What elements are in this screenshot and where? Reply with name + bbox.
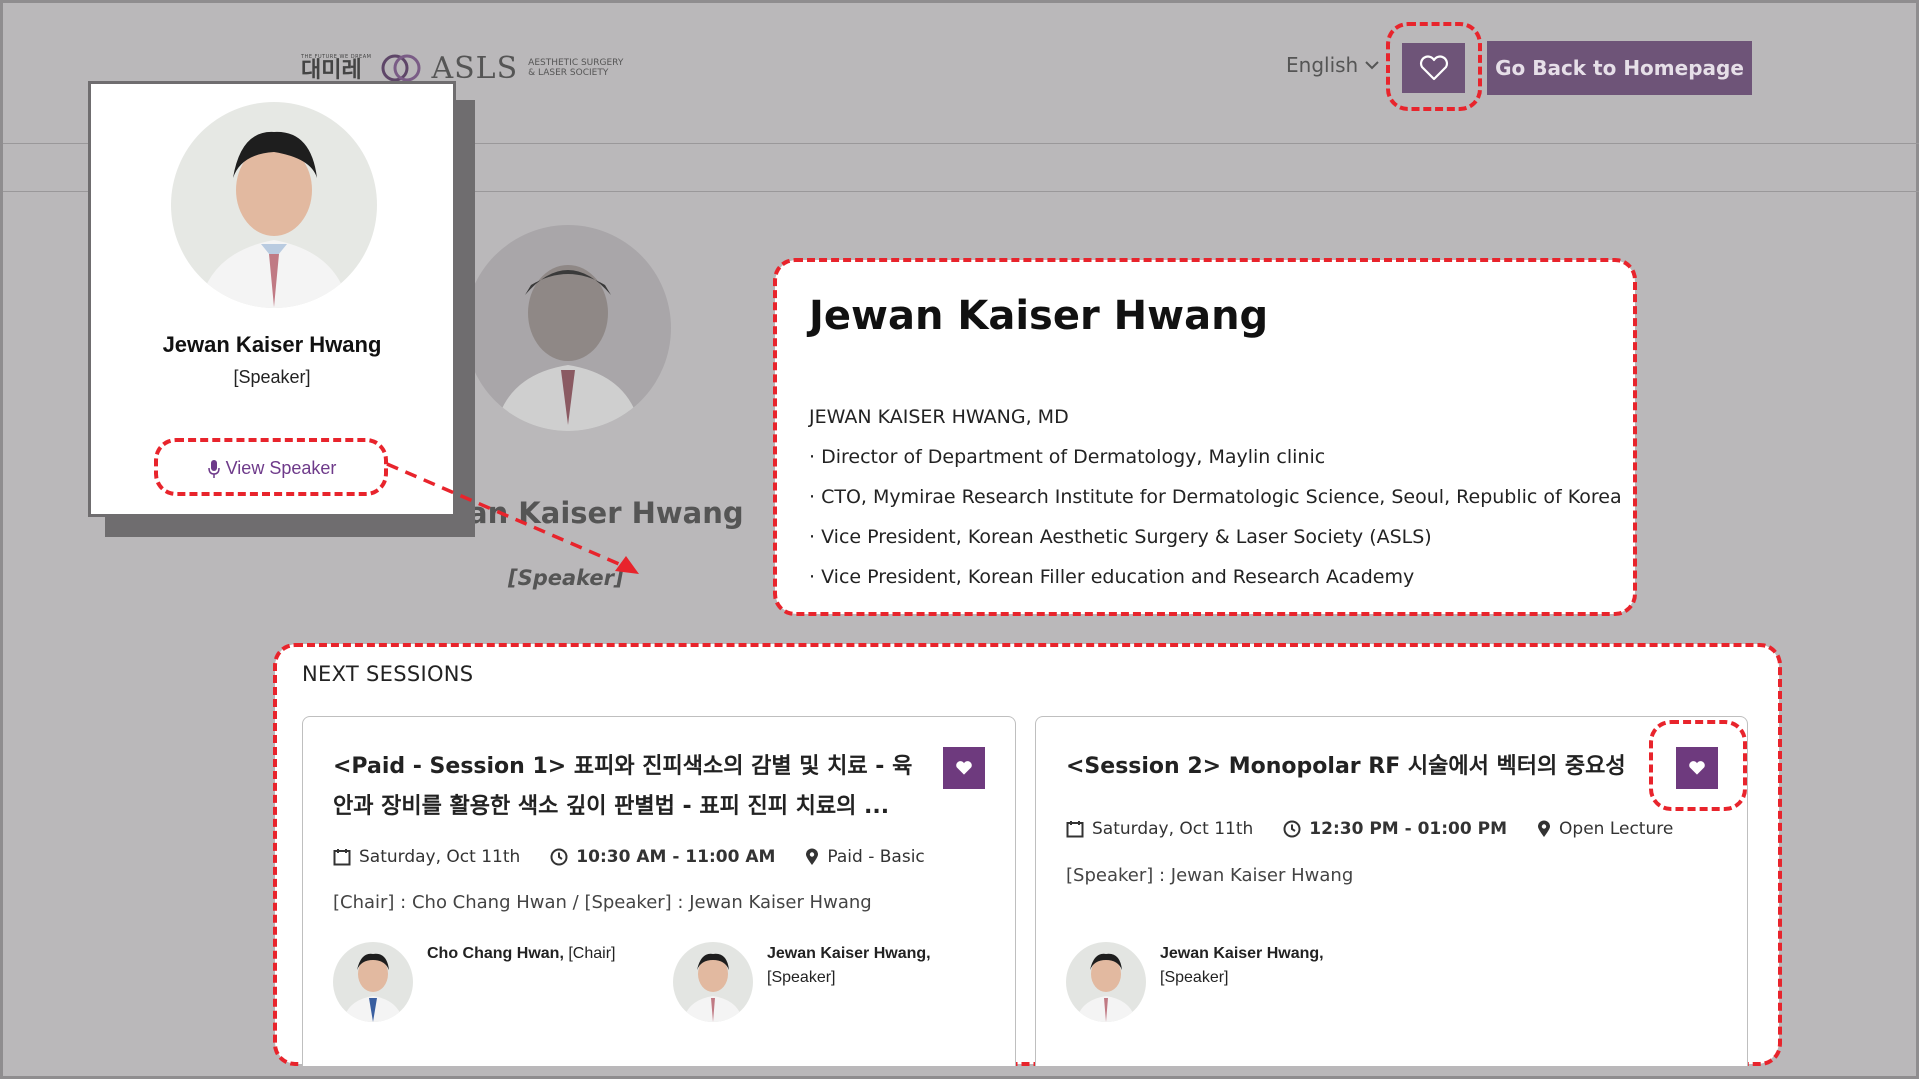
- person-name: Cho Chang Hwan,: [427, 945, 564, 962]
- annotation-arrow: [386, 462, 639, 574]
- person-speaker[interactable]: Jewan Kaiser Hwang, [Speaker]: [673, 942, 931, 1022]
- bio-item: · Vice President, Korean Filler educatio…: [809, 566, 1415, 588]
- bio-list: · Director of Department of Dermatology,…: [809, 443, 1622, 603]
- person-role: [Speaker]: [1160, 969, 1229, 986]
- go-back-homepage-button[interactable]: Go Back to Homepage: [1487, 41, 1752, 95]
- person-photo: [333, 942, 413, 1022]
- location-pin-icon: [806, 848, 819, 865]
- speaker-name: Jewan Kaiser Hwang: [162, 332, 382, 357]
- bio-title: Jewan Kaiser Hwang: [809, 293, 1269, 339]
- person-name: Jewan Kaiser Hwang,: [767, 945, 931, 962]
- session-time: 10:30 AM - 11:00 AM: [576, 847, 776, 867]
- speaker-photo-large: [465, 225, 671, 431]
- highlight-view-speaker: [154, 438, 388, 496]
- person-speaker[interactable]: Jewan Kaiser Hwang, [Speaker]: [1066, 942, 1324, 1022]
- clock-icon: [550, 848, 568, 866]
- person-chair[interactable]: Cho Chang Hwan, [Chair]: [333, 942, 615, 1022]
- session-location: Paid - Basic: [827, 847, 925, 867]
- bio-subtitle: JEWAN KAISER HWANG, MD: [809, 406, 1069, 428]
- session-favorite-button[interactable]: [943, 747, 985, 789]
- session-card[interactable]: <Paid - Session 1> 표피와 진피색소의 감별 및 치료 - 육…: [302, 716, 1016, 1066]
- heart-icon: [956, 761, 972, 775]
- logo-subtitle: AESTHETIC SURGERY & LASER SOCIETY: [528, 57, 624, 78]
- person-role: [Speaker]: [767, 969, 836, 986]
- next-sessions-heading: NEXT SESSIONS: [302, 662, 474, 686]
- highlight-favorites: [1386, 22, 1482, 111]
- location-pin-icon: [1538, 820, 1551, 837]
- language-selector[interactable]: English: [1286, 53, 1380, 77]
- session-title[interactable]: <Session 2> Monopolar RF 시술에서 벡터의 중요성: [1066, 747, 1626, 787]
- bio-item: · Director of Department of Dermatology,…: [809, 446, 1326, 468]
- session-time: 12:30 PM - 01:00 PM: [1309, 819, 1508, 839]
- session-meta: Saturday, Oct 11th 12:30 PM - 01:00 PM O…: [1066, 819, 1695, 839]
- person-photo: [1066, 942, 1146, 1022]
- clock-icon: [1283, 820, 1301, 838]
- bio-item: · CTO, Mymirae Research Institute for De…: [809, 486, 1622, 508]
- highlight-session-favorite: [1649, 720, 1747, 811]
- bio-item: · Vice President, Korean Aesthetic Surge…: [809, 526, 1432, 548]
- session-people: [Speaker] : Jewan Kaiser Hwang: [1066, 865, 1354, 886]
- chevron-down-icon: [1365, 61, 1379, 70]
- session-meta: Saturday, Oct 11th 10:30 AM - 11:00 AM P…: [333, 847, 947, 867]
- session-people: [Chair] : Cho Chang Hwan / [Speaker] : J…: [333, 892, 872, 913]
- person-role: [Chair]: [568, 945, 616, 962]
- session-date: Saturday, Oct 11th: [1092, 819, 1254, 839]
- speaker-role: [Speaker]: [233, 367, 311, 387]
- session-date: Saturday, Oct 11th: [359, 847, 521, 867]
- person-photo: [673, 942, 753, 1022]
- calendar-icon: [1066, 821, 1084, 838]
- logo-korean: THE FUTURE WE DREAM 대미레: [301, 54, 372, 83]
- session-card[interactable]: <Session 2> Monopolar RF 시술에서 벡터의 중요성 Sa…: [1035, 716, 1748, 1066]
- session-location: Open Lecture: [1559, 819, 1674, 839]
- asls-logo-icon: [381, 54, 421, 82]
- person-name: Jewan Kaiser Hwang,: [1160, 945, 1324, 962]
- calendar-icon: [333, 849, 351, 866]
- speaker-photo: [171, 102, 377, 308]
- session-title[interactable]: <Paid - Session 1> 표피와 진피색소의 감별 및 치료 - 육…: [333, 747, 912, 827]
